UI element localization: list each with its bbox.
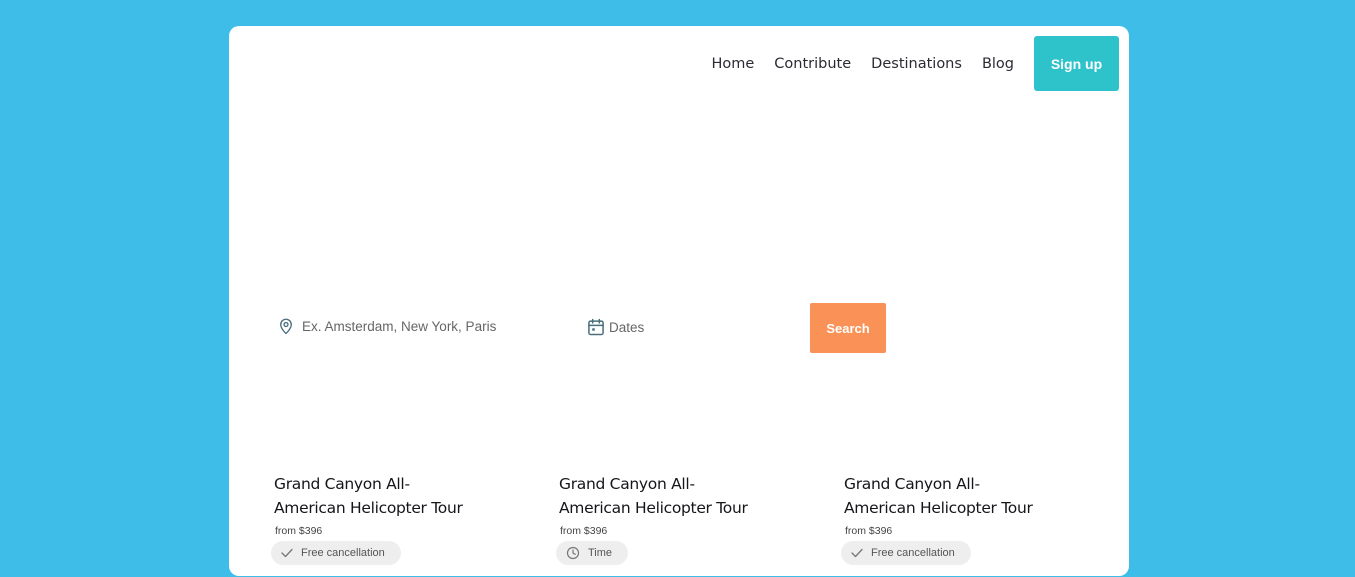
clock-icon — [566, 546, 580, 560]
location-input[interactable] — [302, 318, 532, 334]
nav-link-contribute[interactable]: Contribute — [774, 56, 851, 72]
tour-title[interactable]: Grand Canyon All-American Helicopter Tou… — [844, 472, 1041, 520]
tour-badge-label: Free cancellation — [301, 547, 385, 559]
tour-card[interactable]: Grand Canyon All-American Helicopter Tou… — [556, 472, 756, 565]
tour-badge: Time — [556, 541, 629, 565]
location-pin-icon — [280, 318, 292, 335]
check-icon — [281, 548, 293, 558]
calendar-icon — [588, 318, 604, 336]
tour-title[interactable]: Grand Canyon All-American Helicopter Tou… — [559, 472, 756, 520]
tour-card[interactable]: Grand Canyon All-American Helicopter Tou… — [271, 472, 471, 565]
main-card: Home Contribute Destinations Blog Sign u… — [229, 26, 1129, 576]
tour-badge-label: Free cancellation — [871, 547, 955, 559]
check-icon — [851, 548, 863, 558]
signup-button[interactable]: Sign up — [1034, 36, 1119, 91]
tour-title[interactable]: Grand Canyon All-American Helicopter Tou… — [274, 472, 471, 520]
dates-field — [586, 317, 729, 337]
tour-badge-label: Time — [588, 547, 613, 559]
nav-link-destinations[interactable]: Destinations — [871, 56, 962, 72]
nav-link-home[interactable]: Home — [711, 56, 754, 72]
tour-card[interactable]: Grand Canyon All-American Helicopter Tou… — [841, 472, 1041, 565]
tour-price: from $396 — [275, 525, 323, 537]
nav-link-blog[interactable]: Blog — [982, 56, 1014, 72]
search-button[interactable]: Search — [810, 303, 886, 353]
tour-badge: Free cancellation — [271, 541, 401, 565]
top-nav: Home Contribute Destinations Blog Sign u… — [711, 36, 1119, 91]
tour-badge: Free cancellation — [841, 541, 971, 565]
tour-price: from $396 — [845, 525, 893, 537]
dates-input[interactable] — [609, 319, 729, 335]
search-bar: Search — [229, 303, 1129, 353]
location-field — [277, 317, 532, 335]
tour-price: from $396 — [560, 525, 608, 537]
